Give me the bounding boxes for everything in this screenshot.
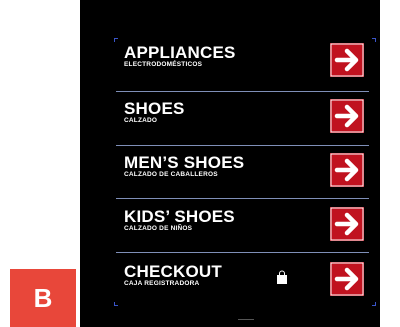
right-arrow-icon	[330, 207, 364, 241]
divider	[116, 145, 369, 146]
sign-row-mens-shoes: MEN’S SHOES CALZADO DE CABALLEROS	[116, 153, 381, 193]
row-title: APPLIANCES	[124, 43, 236, 62]
row-title: KIDS’ SHOES	[124, 207, 235, 226]
right-arrow-icon	[330, 153, 364, 187]
section-badge: B	[10, 269, 76, 327]
divider	[116, 198, 369, 199]
row-title: SHOES	[124, 99, 185, 118]
sign-row-shoes: SHOES CALZADO	[116, 99, 381, 139]
appliances-arrow-button[interactable]	[330, 43, 364, 77]
right-arrow-icon	[330, 99, 364, 133]
row-subtitle: CALZADO	[124, 117, 158, 124]
sign-row-checkout: CHECKOUT CAJA REGISTRADORA	[116, 262, 381, 302]
right-arrow-icon	[330, 262, 364, 296]
mens-shoes-arrow-button[interactable]	[330, 153, 364, 187]
row-subtitle: ELECTRODOMÉSTICOS	[124, 61, 203, 68]
corner-mark	[372, 38, 376, 42]
corner-mark	[114, 302, 118, 306]
shopping-bag-icon	[277, 270, 287, 284]
checkout-arrow-button[interactable]	[330, 262, 364, 296]
sign-row-kids-shoes: KIDS’ SHOES CALZADO DE NIÑOS	[116, 207, 381, 247]
right-arrow-icon	[330, 43, 364, 77]
bottom-mark	[238, 319, 254, 320]
sign-row-appliances: APPLIANCES ELECTRODOMÉSTICOS	[116, 43, 381, 83]
row-subtitle: CALZADO DE CABALLEROS	[124, 171, 218, 178]
kids-shoes-arrow-button[interactable]	[330, 207, 364, 241]
wayfinding-sign: APPLIANCES ELECTRODOMÉSTICOS SHOES CALZA…	[80, 0, 380, 327]
row-subtitle: CAJA REGISTRADORA	[124, 280, 200, 287]
badge-letter: B	[33, 282, 53, 313]
divider	[116, 252, 369, 253]
corner-mark	[114, 38, 118, 42]
row-title: CHECKOUT	[124, 262, 222, 281]
corner-mark	[372, 302, 376, 306]
row-subtitle: CALZADO DE NIÑOS	[124, 225, 193, 232]
divider	[116, 91, 369, 92]
shoes-arrow-button[interactable]	[330, 99, 364, 133]
row-title: MEN’S SHOES	[124, 153, 245, 172]
